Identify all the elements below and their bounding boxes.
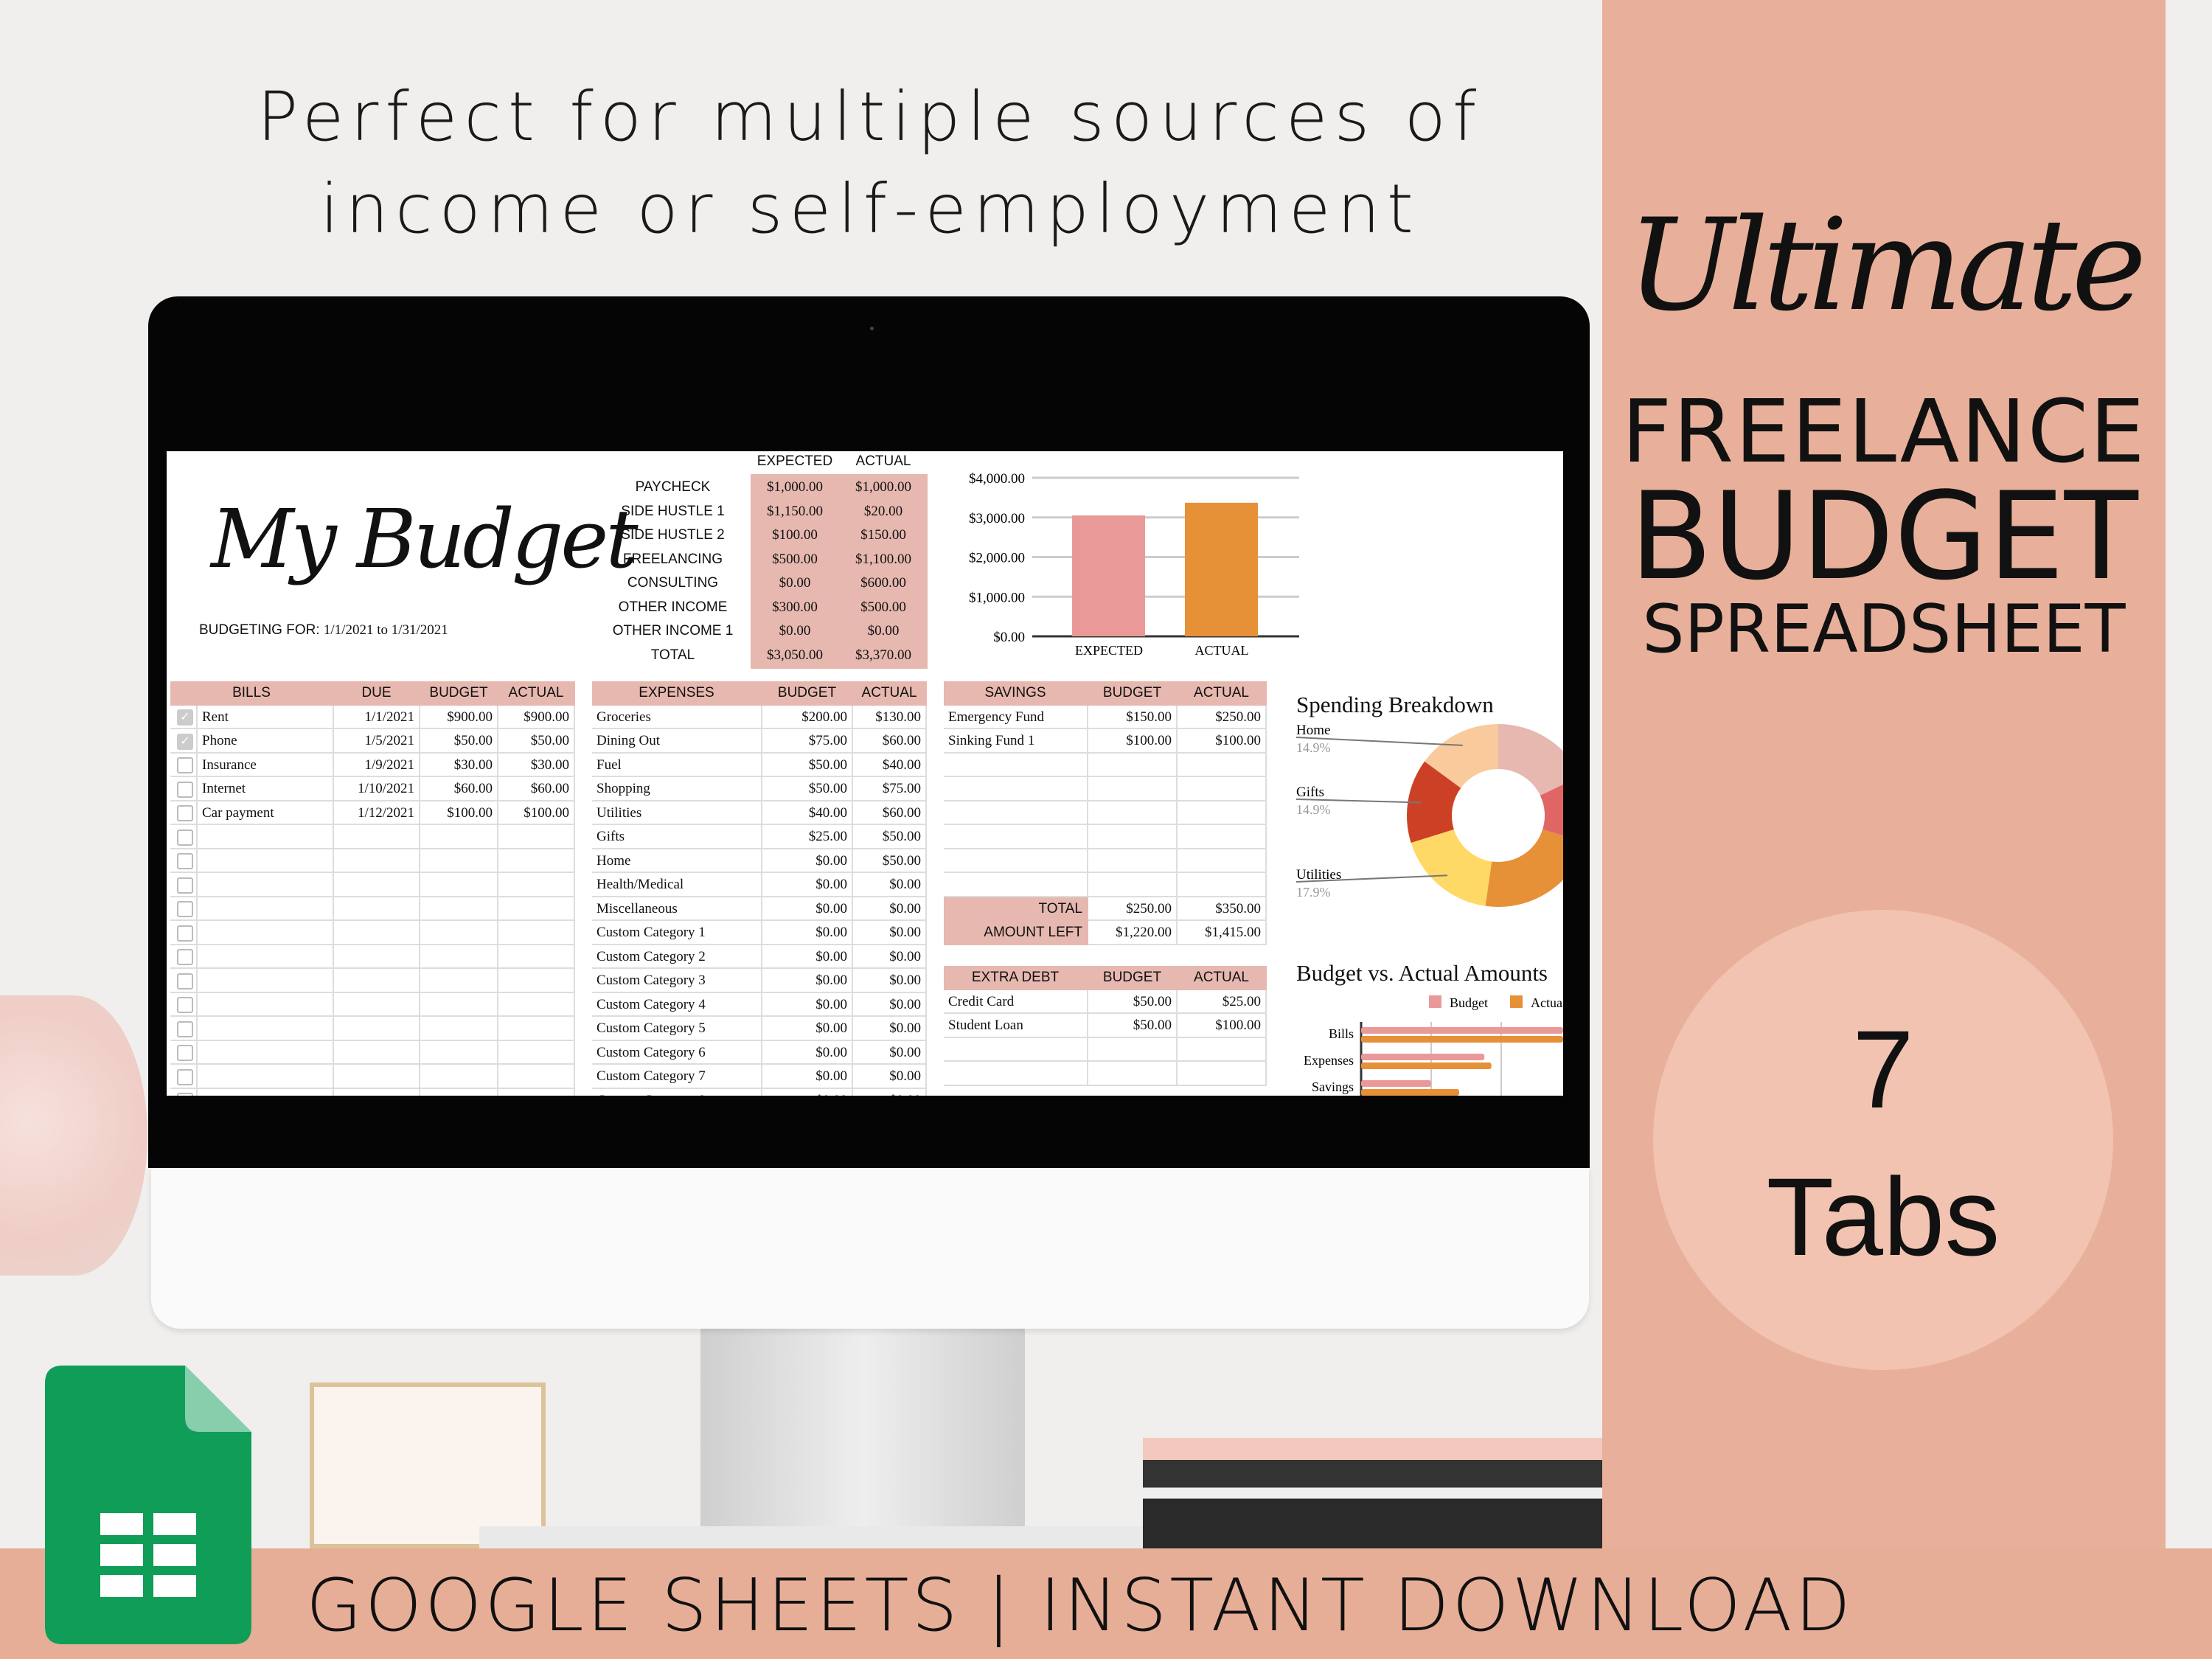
google-sheets-icon bbox=[45, 1366, 251, 1644]
spreadsheet-screen: My Budget BUDGETING FOR: 1/1/2021 to 1/3… bbox=[167, 451, 1563, 1096]
freelance-title: FREELANCE bbox=[1621, 380, 2146, 482]
category-label: Expenses bbox=[1304, 1053, 1354, 1068]
monitor-chin bbox=[151, 1168, 1589, 1329]
camera-icon bbox=[870, 327, 874, 330]
tabs-badge bbox=[1653, 910, 2113, 1370]
legend-swatch bbox=[1429, 995, 1441, 1008]
monitor-stand bbox=[700, 1329, 1025, 1548]
hbar-actual bbox=[1361, 1062, 1492, 1069]
category-label: Savings bbox=[1312, 1079, 1354, 1094]
hbar-actual bbox=[1361, 1089, 1459, 1096]
headline-line-1: Perfect for multiple sources of bbox=[257, 77, 1484, 156]
desk-notepad bbox=[310, 1382, 546, 1548]
hbar-budget bbox=[1361, 1027, 1563, 1034]
footer-text: GOOGLE SHEETS | INSTANT DOWNLOAD bbox=[306, 1564, 1854, 1648]
hbar-budget bbox=[1361, 1054, 1485, 1060]
budget-title: BUDGET bbox=[1630, 466, 2138, 607]
budget-vs-actual-chart: Budget Actual Bills Expenses Savings bbox=[1304, 995, 1563, 1096]
tabs-count: 7 bbox=[1852, 1007, 1914, 1131]
hbar-budget bbox=[1361, 1080, 1431, 1087]
hbar-actual bbox=[1361, 1036, 1563, 1043]
ultimate-script-title: Ultimate bbox=[1627, 191, 2147, 339]
category-label: Bills bbox=[1329, 1026, 1354, 1041]
spreadsheet-title: SPREADSHEET bbox=[1642, 591, 2126, 668]
tabs-label: Tabs bbox=[1766, 1155, 2000, 1279]
legend-swatch bbox=[1510, 995, 1523, 1008]
desk-books bbox=[1143, 1438, 1602, 1548]
flower-decoration bbox=[0, 995, 147, 1276]
legend-label: Actual bbox=[1531, 995, 1563, 1010]
headline-line-2: income or self-employment bbox=[320, 170, 1420, 248]
legend-label: Budget bbox=[1450, 995, 1488, 1010]
